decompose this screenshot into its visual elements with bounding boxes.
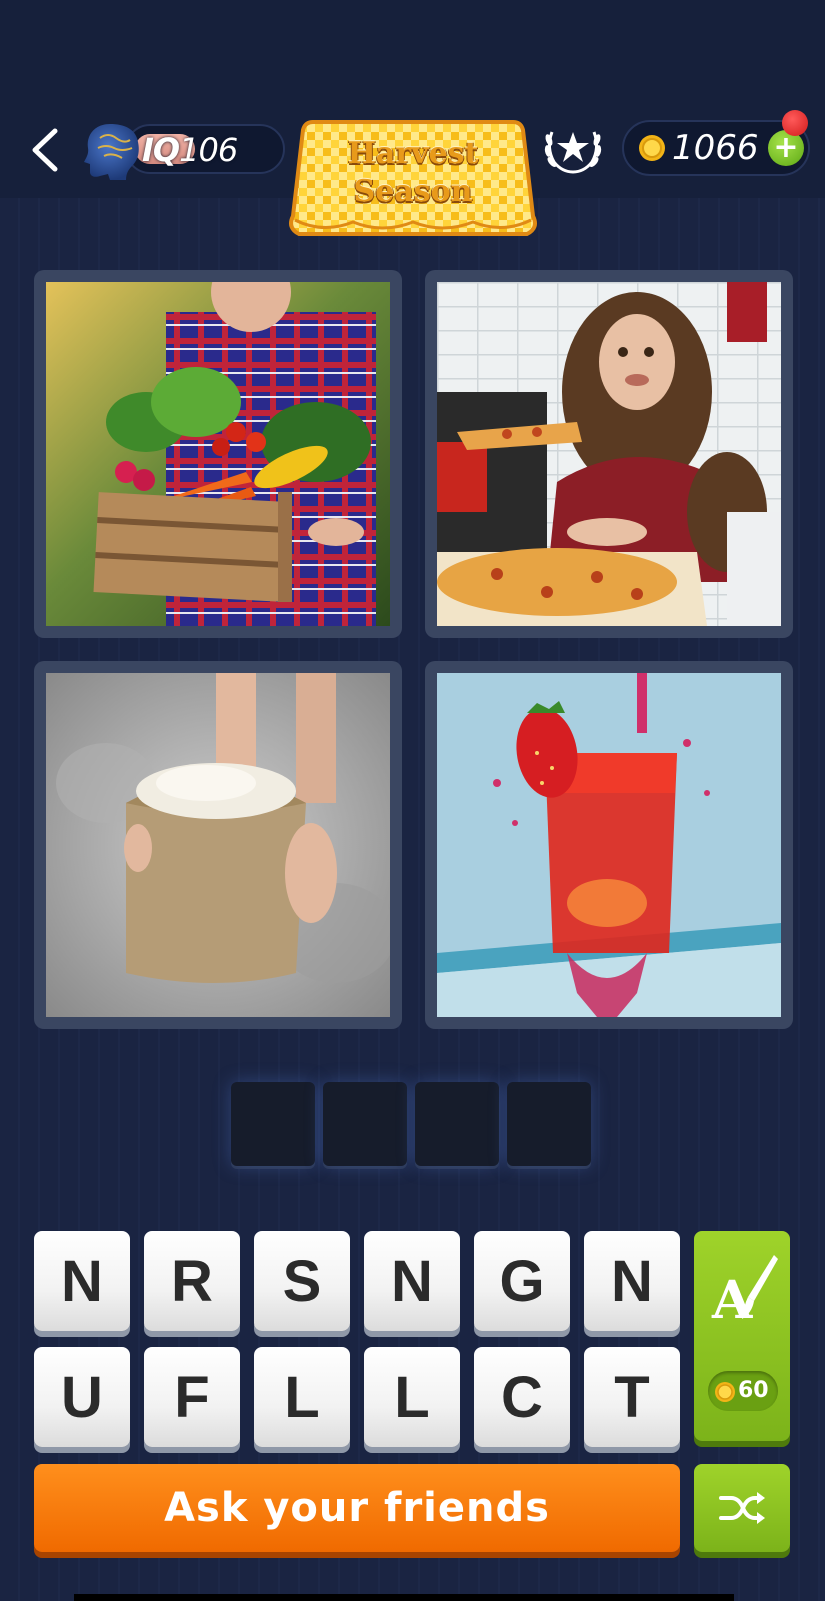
letter-tile[interactable]: T: [584, 1347, 680, 1447]
letter-tile[interactable]: L: [364, 1347, 460, 1447]
vegetable-crate-photo: [46, 282, 390, 626]
iq-level-badge[interactable]: IQ106: [80, 118, 285, 180]
hint-cost-value: 60: [738, 1378, 769, 1403]
coin-balance[interactable]: 1066 +: [622, 120, 810, 176]
brain-head-icon: [84, 124, 139, 180]
paintbrush-icon: [742, 1255, 778, 1319]
ask-friends-button[interactable]: Ask your friends: [34, 1464, 680, 1552]
puzzle-image-3[interactable]: [34, 661, 402, 1029]
shuffle-icon: [719, 1492, 765, 1524]
letter-tile[interactable]: U: [34, 1347, 130, 1447]
shuffle-button[interactable]: [694, 1464, 790, 1552]
achievements-button[interactable]: [540, 118, 606, 178]
coin-icon: [715, 1382, 735, 1402]
red-drink-photo: [437, 673, 781, 1017]
letter-tile[interactable]: F: [144, 1347, 240, 1447]
system-bottom-bar: [74, 1594, 734, 1601]
letter-tile[interactable]: R: [144, 1231, 240, 1331]
banner-title-line1: Harvest: [347, 136, 479, 171]
back-button[interactable]: [24, 120, 64, 180]
answer-slot-2[interactable]: [323, 1082, 407, 1166]
banner-title-line2: Season: [353, 174, 473, 209]
answer-slots: [231, 1082, 593, 1166]
reveal-letter-hint-button[interactable]: A 60: [694, 1231, 790, 1441]
letter-tile[interactable]: N: [364, 1231, 460, 1331]
answer-slot-3[interactable]: [415, 1082, 499, 1166]
chevron-left-icon: [32, 128, 58, 172]
letter-tile[interactable]: N: [34, 1231, 130, 1331]
laurel-star-icon: [544, 131, 602, 174]
iq-number: 106: [179, 131, 238, 169]
notification-dot: [782, 110, 808, 136]
iq-value: IQ106: [142, 130, 238, 170]
hint-cost-badge: 60: [708, 1371, 778, 1411]
answer-slot-1[interactable]: [231, 1082, 315, 1166]
letter-tile[interactable]: L: [254, 1347, 350, 1447]
puzzle-image-1[interactable]: [34, 270, 402, 638]
letter-tile[interactable]: G: [474, 1231, 570, 1331]
pizza-eater-photo: [437, 282, 781, 626]
letter-tile[interactable]: N: [584, 1231, 680, 1331]
theme-banner: Harvest Season: [283, 116, 543, 241]
letter-tile[interactable]: C: [474, 1347, 570, 1447]
puzzle-image-4[interactable]: [425, 661, 793, 1029]
game-screen: IQ106 Harvest Season 1066 + N R S N G N …: [0, 0, 825, 1601]
coin-icon: [639, 135, 665, 161]
rice-sack-photo: [46, 673, 390, 1017]
iq-label: IQ: [142, 131, 180, 169]
answer-slot-4[interactable]: [507, 1082, 591, 1166]
coin-count: 1066: [672, 128, 759, 168]
letter-tile[interactable]: S: [254, 1231, 350, 1331]
puzzle-image-2[interactable]: [425, 270, 793, 638]
